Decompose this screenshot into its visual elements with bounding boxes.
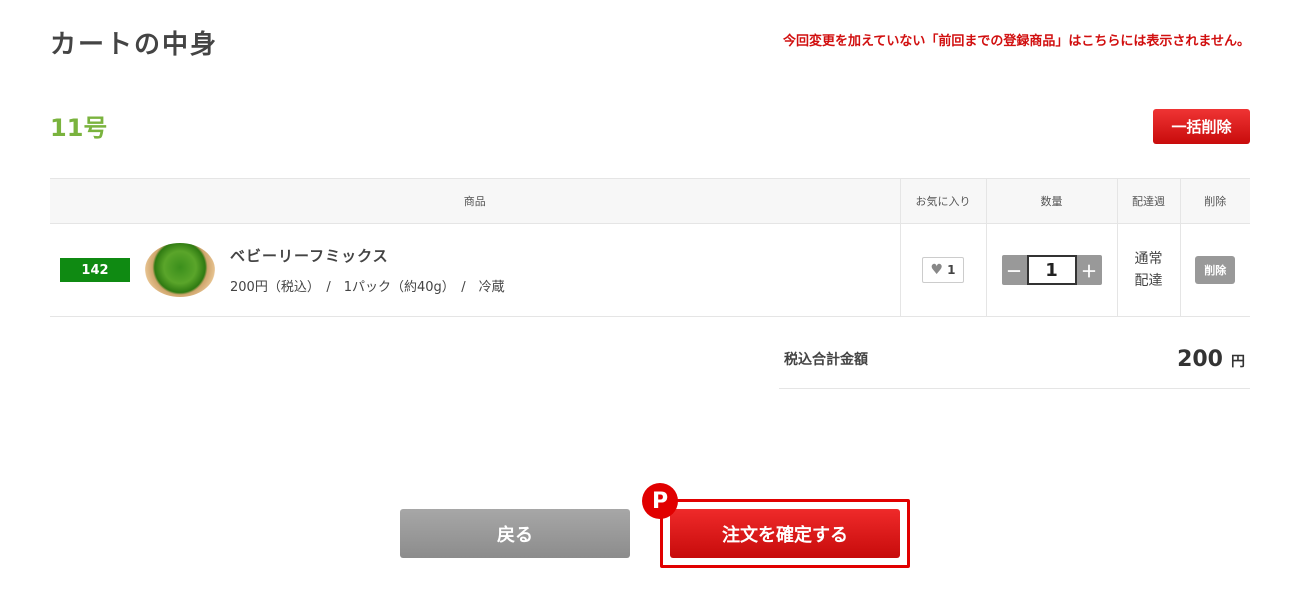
delivery-week-line1: 通常 — [1134, 251, 1163, 267]
total-unit: 円 — [1231, 353, 1245, 370]
product-code-badge: 142 — [60, 258, 130, 282]
product-name: ベビーリーフミックス — [230, 247, 389, 265]
quantity-cell: － ＋ — [985, 223, 1117, 317]
product-cell: 142 ベビーリーフミックス 200円（税込） / 1パック（約40g） / 冷… — [50, 223, 900, 317]
favorite-count: 1 — [947, 263, 956, 277]
quantity-stepper: － ＋ — [1001, 255, 1102, 285]
total-amount: 200 — [1177, 346, 1223, 372]
total-label: 税込合計金額 — [784, 352, 868, 368]
delete-cell: 削除 — [1179, 223, 1250, 317]
delivery-week-cell: 通常 配達 — [1116, 223, 1180, 317]
header-delete: 削除 — [1179, 178, 1250, 224]
favorite-cell: ♥ 1 — [899, 223, 986, 317]
notice-text: 今回変更を加えていない「前回までの登録商品」はこちらには表示されません。 — [783, 34, 1250, 49]
header-quantity: 数量 — [985, 178, 1117, 224]
cart-table: 商品 お気に入り 数量 配達週 削除 142 ベビーリーフミックス 200円（税… — [50, 178, 1250, 317]
point-badge: P — [642, 483, 678, 519]
back-button[interactable]: 戻る — [400, 509, 630, 558]
header-delivery-week: 配達週 — [1116, 178, 1180, 224]
delivery-week-line2: 配達 — [1134, 273, 1163, 289]
quantity-minus-button[interactable]: － — [1001, 255, 1027, 285]
total-value: 200 円 — [1177, 347, 1245, 372]
favorite-button[interactable]: ♥ 1 — [921, 257, 965, 283]
confirm-order-button[interactable]: 注文を確定する — [670, 509, 900, 558]
table-row: 142 ベビーリーフミックス 200円（税込） / 1パック（約40g） / 冷… — [50, 223, 1250, 317]
header-favorite: お気に入り — [899, 178, 986, 224]
total-row: 税込合計金額 200 円 — [779, 330, 1250, 389]
quantity-input[interactable] — [1026, 255, 1077, 285]
heart-icon: ♥ — [930, 262, 944, 278]
cart-name: 11号 — [50, 114, 108, 142]
header-product: 商品 — [50, 178, 900, 224]
page-title: カートの中身 — [50, 30, 219, 60]
quantity-plus-button[interactable]: ＋ — [1076, 255, 1102, 285]
product-info: ベビーリーフミックス 200円（税込） / 1パック（約40g） / 冷蔵 — [230, 245, 505, 295]
row-delete-button[interactable]: 削除 — [1195, 256, 1236, 284]
product-thumbnail — [145, 243, 215, 297]
table-header-row: 商品 お気に入り 数量 配達週 削除 — [50, 178, 1250, 224]
product-description: 200円（税込） / 1パック（約40g） / 冷蔵 — [230, 280, 505, 295]
bulk-delete-button[interactable]: 一括削除 — [1153, 109, 1250, 144]
